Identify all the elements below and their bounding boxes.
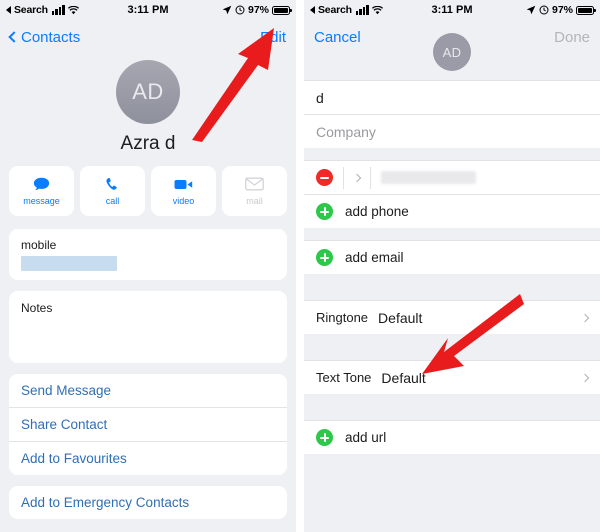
alarm-icon — [235, 5, 245, 15]
call-action-label: call — [105, 196, 120, 206]
nav-bar-left: Contacts Edit — [0, 20, 296, 54]
dual-screenshot-stage: Search 3:11 PM 97% Contacts Edit AD Azra… — [0, 0, 600, 532]
panel-divider — [296, 0, 304, 532]
call-action-button[interactable]: call — [80, 166, 145, 216]
envelope-icon — [245, 176, 265, 192]
status-bar-right-group: 97% — [222, 4, 292, 16]
section-gap-2 — [304, 228, 600, 240]
battery-icon — [576, 5, 596, 15]
row-divider-2 — [370, 166, 371, 189]
phone-type-label: mobile — [21, 238, 57, 252]
edit-contact-screen: Search 3:11 PM 97% Cancel AD Done d Comp… — [304, 0, 600, 532]
contact-action-buttons: message call video mail — [0, 166, 296, 216]
section-gap-5 — [304, 394, 600, 420]
section-gap-1 — [304, 148, 600, 160]
plus-circle-icon[interactable] — [316, 249, 333, 266]
phone-value-blurred — [381, 171, 476, 184]
alarm-icon — [539, 5, 549, 15]
status-bar-left: Search 3:11 PM 97% — [0, 0, 296, 20]
video-action-button[interactable]: video — [151, 166, 216, 216]
chevron-right-icon — [580, 373, 590, 382]
video-action-label: video — [172, 196, 195, 206]
battery-icon — [272, 5, 292, 15]
add-url-label: add url — [345, 430, 387, 445]
last-name-value: d — [316, 89, 324, 106]
back-to-contacts-button[interactable]: Contacts — [8, 28, 81, 46]
contact-name: Azra d — [120, 133, 176, 154]
notes-card[interactable]: Notes — [9, 291, 287, 363]
signal-bars-icon — [51, 4, 65, 15]
company-placeholder: Company — [316, 123, 376, 140]
status-bar-left-group-2: Search — [310, 4, 383, 16]
emergency-card: Add to Emergency Contacts — [9, 486, 287, 519]
share-contact-link[interactable]: Share Contact — [9, 408, 287, 442]
add-email-row[interactable]: add email — [304, 240, 600, 274]
plus-circle-icon[interactable] — [316, 429, 333, 446]
location-arrow-icon — [526, 5, 536, 15]
status-bar-right-group-2: 97% — [526, 4, 596, 16]
text-tone-value: Default — [381, 369, 426, 386]
message-action-button[interactable]: message — [9, 166, 74, 216]
add-url-row[interactable]: add url — [304, 420, 600, 454]
status-bar-right: Search 3:11 PM 97% — [304, 0, 600, 20]
mail-action-button: mail — [222, 166, 287, 216]
video-camera-icon — [174, 176, 194, 192]
done-button[interactable]: Done — [554, 29, 590, 46]
contact-links-card: Send Message Share Contact Add to Favour… — [9, 374, 287, 475]
contact-detail-screen: Search 3:11 PM 97% Contacts Edit AD Azra… — [0, 0, 296, 532]
edit-button[interactable]: Edit — [260, 29, 286, 46]
back-triangle-icon — [6, 6, 11, 14]
ringtone-row[interactable]: Ringtone Default — [304, 300, 600, 334]
last-name-field[interactable]: d — [304, 80, 600, 114]
battery-percent-label: 97% — [247, 4, 269, 16]
add-phone-row[interactable]: add phone — [304, 194, 600, 228]
add-email-label: add email — [345, 250, 404, 265]
company-field[interactable]: Company — [304, 114, 600, 148]
section-gap-4 — [304, 334, 600, 360]
ringtone-label: Ringtone — [316, 310, 369, 325]
status-bar-left-group: Search — [6, 4, 79, 16]
add-to-emergency-contacts-link[interactable]: Add to Emergency Contacts — [9, 486, 287, 519]
phone-handset-icon — [103, 176, 123, 192]
wifi-icon — [67, 5, 79, 14]
carrier-back-label-2: Search — [318, 4, 352, 16]
battery-percent-label-2: 97% — [551, 4, 573, 16]
signal-bars-icon — [355, 4, 369, 15]
notes-label: Notes — [21, 301, 53, 315]
contact-avatar[interactable]: AD — [116, 60, 180, 124]
back-button-label: Contacts — [21, 28, 81, 46]
chevron-right-icon — [580, 313, 590, 322]
send-message-link[interactable]: Send Message — [9, 374, 287, 408]
mail-action-label: mail — [246, 196, 263, 206]
plus-circle-icon[interactable] — [316, 203, 333, 220]
minus-circle-icon[interactable] — [316, 169, 333, 186]
phone-number-redacted — [21, 256, 117, 271]
text-tone-row[interactable]: Text Tone Default — [304, 360, 600, 394]
section-gap-3 — [304, 274, 600, 300]
add-phone-label: add phone — [345, 204, 409, 219]
wifi-icon — [371, 5, 383, 14]
phone-card[interactable]: mobile — [9, 229, 287, 280]
nav-bar-right: Cancel AD Done — [304, 20, 600, 71]
ringtone-value: Default — [378, 309, 423, 326]
add-to-favourites-link[interactable]: Add to Favourites — [9, 442, 287, 475]
chevron-right-icon — [352, 173, 362, 182]
text-tone-label: Text Tone — [316, 370, 372, 385]
phone-entry-row[interactable] — [304, 160, 600, 194]
row-divider — [343, 166, 344, 189]
contact-header: AD Azra d — [0, 54, 296, 155]
edit-avatar[interactable]: AD — [433, 33, 471, 71]
carrier-back-label: Search — [14, 4, 48, 16]
back-triangle-icon — [310, 6, 315, 14]
message-action-label: message — [23, 196, 60, 206]
message-bubble-icon — [32, 176, 52, 192]
location-arrow-icon — [222, 5, 232, 15]
cancel-button[interactable]: Cancel — [314, 29, 361, 46]
chevron-left-icon — [8, 31, 20, 43]
